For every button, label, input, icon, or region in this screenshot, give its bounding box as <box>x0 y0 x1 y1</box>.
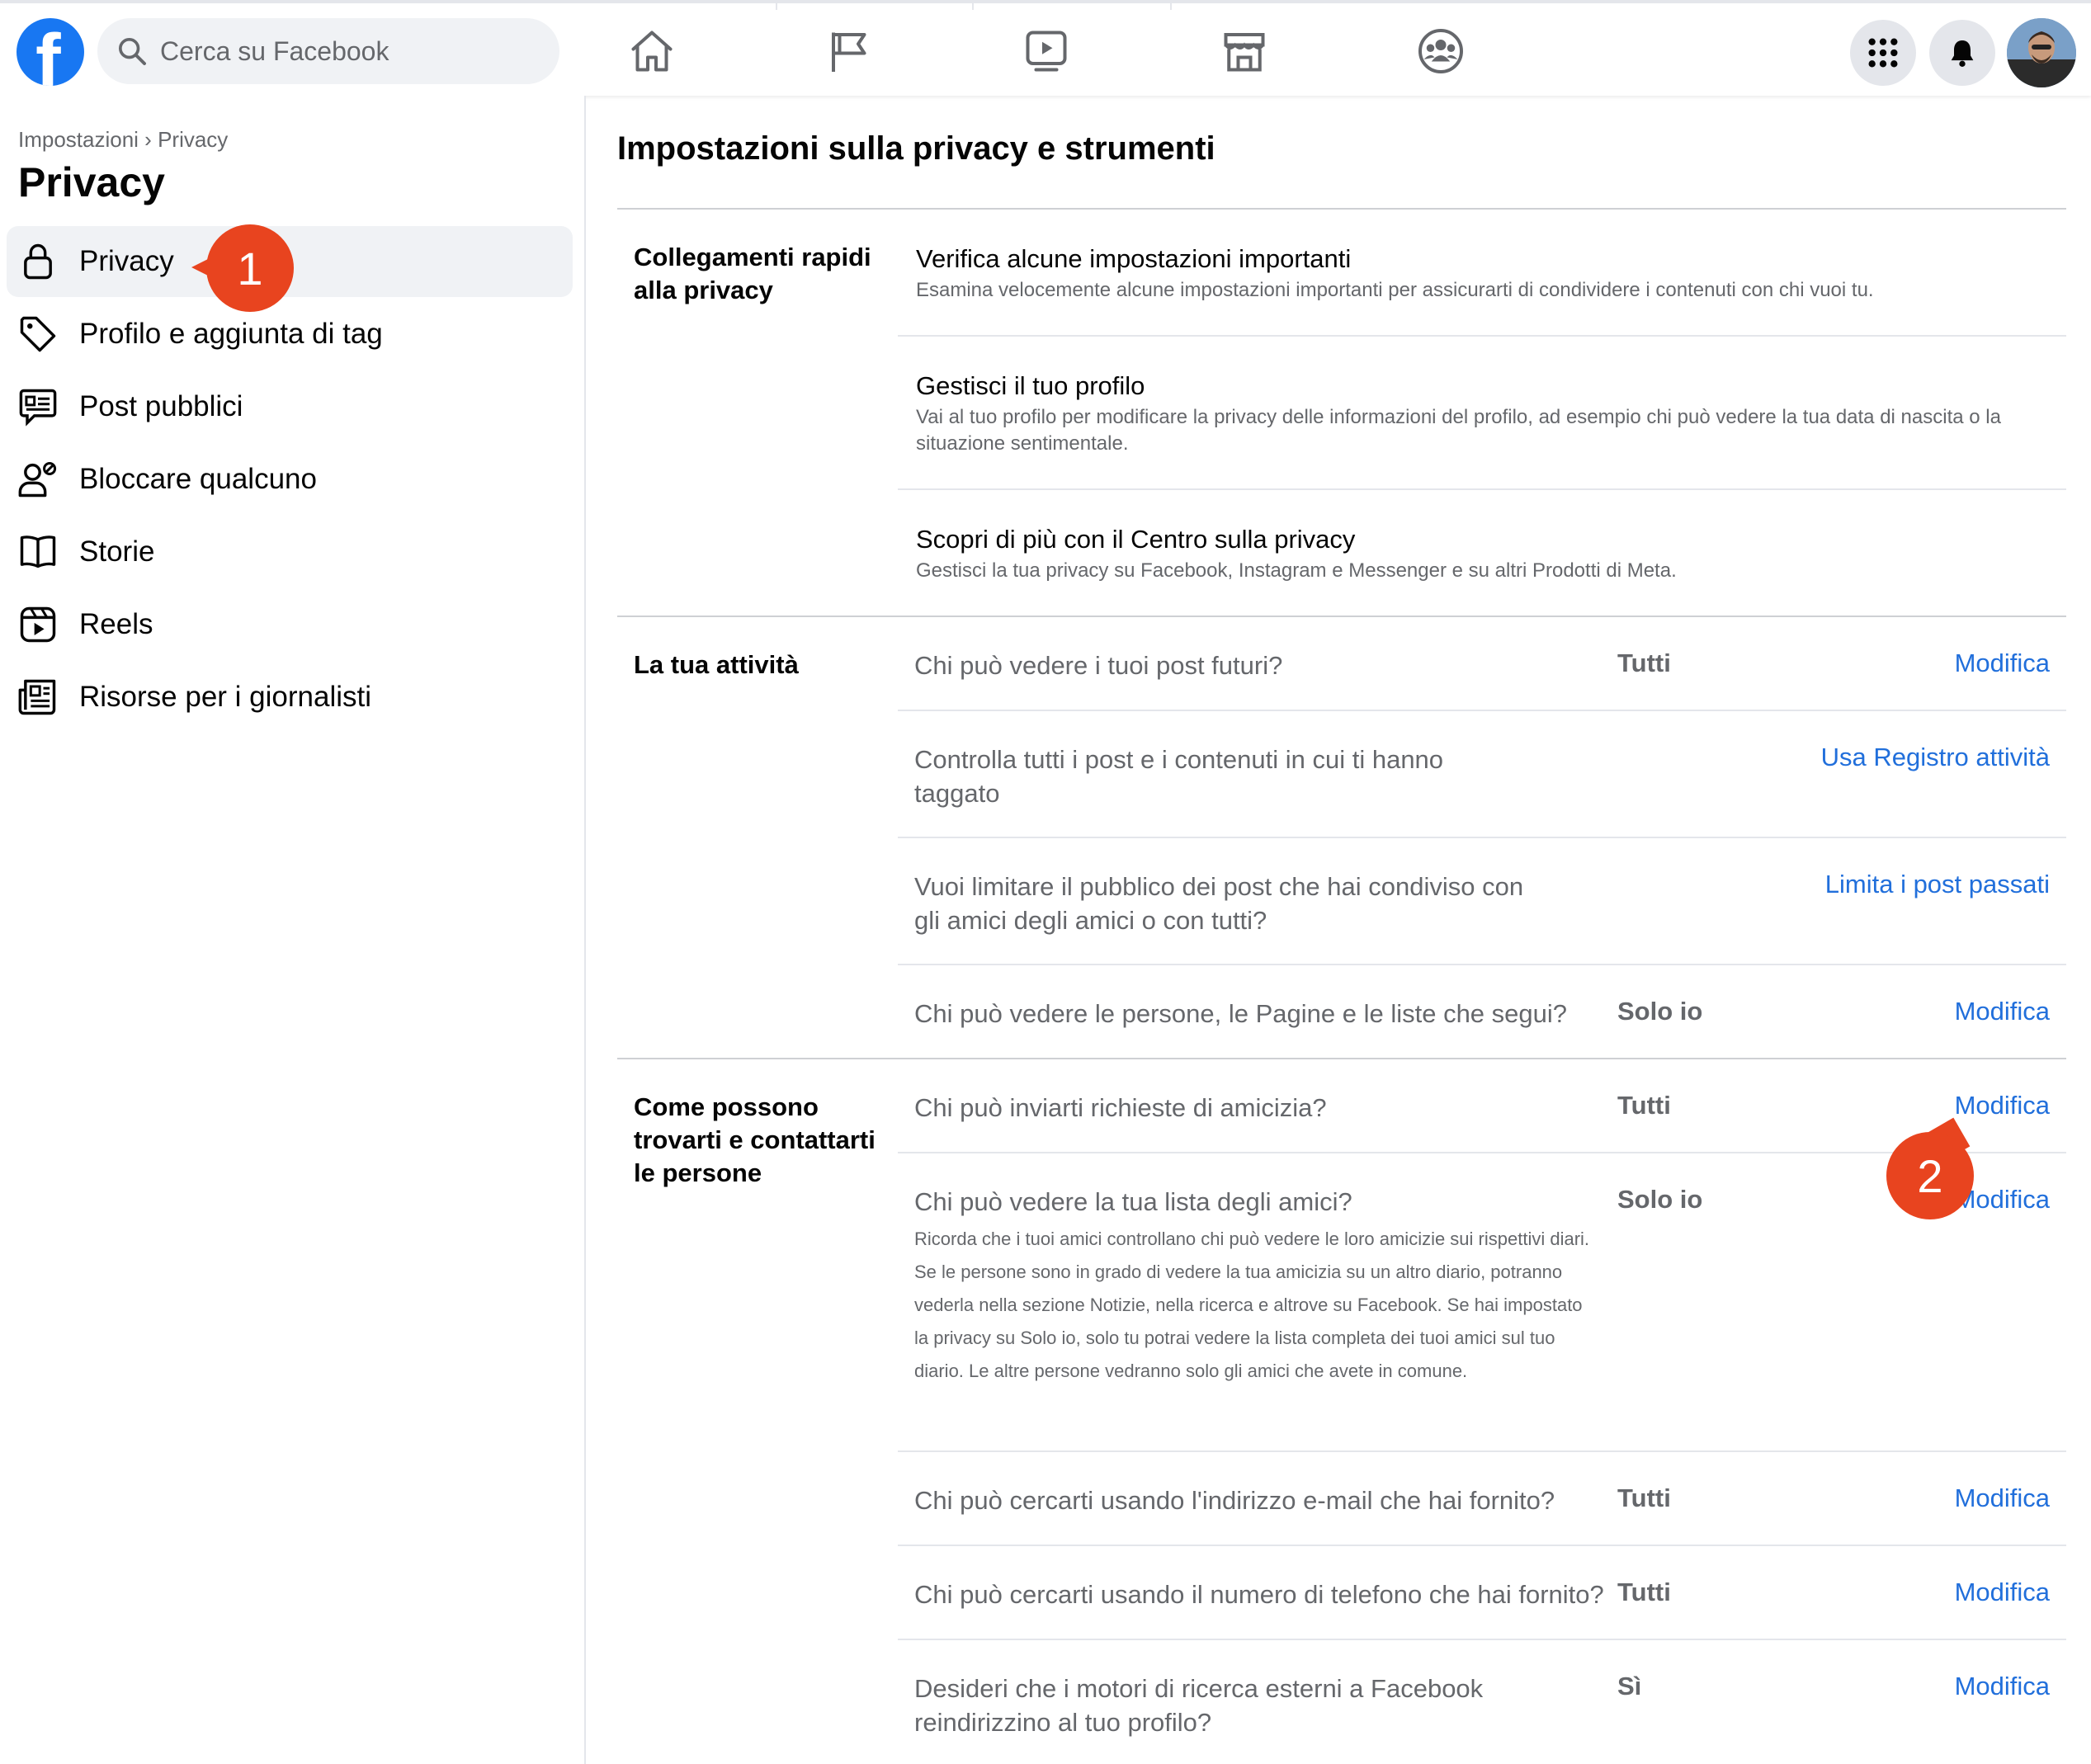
notifications-bell-icon <box>1951 40 1974 67</box>
sidebar-item-journalist-resources[interactable]: Risorse per i giornalisti <box>7 662 573 733</box>
sidebar-item-label: Bloccare qualcuno <box>79 463 317 495</box>
section-divider <box>617 616 2066 617</box>
block-user-icon <box>15 456 61 502</box>
section-label-contact: Come possono trovarti e contattarti le p… <box>634 1092 876 1187</box>
setting-value: Tutti <box>1617 1091 1671 1120</box>
setting-value: Tutti <box>1617 1578 1671 1606</box>
edit-link[interactable]: Modifica <box>1955 1578 2050 1607</box>
reels-icon <box>15 601 61 648</box>
avatar[interactable] <box>2007 18 2076 87</box>
edit-link[interactable]: Modifica <box>1955 1091 2050 1120</box>
marketplace-icon[interactable] <box>1215 21 1274 81</box>
section-divider <box>617 1058 2066 1059</box>
nav-separator <box>972 3 974 10</box>
facebook-logo[interactable]: f <box>17 18 84 86</box>
callout-marker-2: 2 <box>1886 1132 1974 1219</box>
row-divider <box>898 837 2066 838</box>
setting-question: Chi può vedere i tuoi post futuri? <box>914 651 1283 680</box>
sidebar-item-public-posts[interactable]: Post pubblici <box>7 371 573 442</box>
section-label-activity: La tua attività <box>634 650 799 679</box>
setting-note: Ricorda che i tuoi amici controllano chi… <box>914 1229 1590 1381</box>
sidebar-item-reels[interactable]: Reels <box>7 589 573 660</box>
groups-icon[interactable] <box>1411 21 1470 81</box>
activity-log-link[interactable]: Usa Registro attività <box>1821 743 2050 772</box>
nav-separator <box>776 3 777 10</box>
quick-link-description: Vai al tuo profilo per modificare la pri… <box>916 406 2001 455</box>
quick-link-title[interactable]: Verifica alcune impostazioni importanti <box>916 244 1351 274</box>
edit-link[interactable]: Modifica <box>1955 1483 2050 1513</box>
setting-question: Vuoi limitare il pubblico dei post che h… <box>914 872 1524 935</box>
edit-link[interactable]: Modifica <box>1955 649 2050 678</box>
sidebar-item-blocking[interactable]: Bloccare qualcuno <box>7 444 573 515</box>
row-divider <box>898 335 2066 337</box>
row-divider <box>898 1152 2066 1153</box>
section-label-quick-links: Collegamenti rapidi alla privacy <box>634 243 871 304</box>
setting-question: Controlla tutti i post e i contenuti in … <box>914 745 1444 808</box>
search-icon <box>119 38 146 65</box>
sidebar-item-label: Reels <box>79 608 153 640</box>
quick-link-description: Esamina velocemente alcune impostazioni … <box>916 279 1874 301</box>
setting-question: Chi può cercarti usando il numero di tel… <box>914 1580 1604 1609</box>
row-divider <box>898 488 2066 490</box>
sidebar-item-label: Profilo e aggiunta di tag <box>79 318 383 350</box>
book-icon <box>15 529 61 575</box>
setting-question: Chi può cercarti usando l'indirizzo e-ma… <box>914 1486 1555 1515</box>
public-post-icon <box>15 384 61 430</box>
limit-past-posts-link[interactable]: Limita i post passati <box>1825 870 2050 899</box>
setting-question: Desideri che i motori di ricerca esterni… <box>914 1674 1484 1737</box>
breadcrumb[interactable]: Impostazioni › Privacy <box>18 127 228 153</box>
tag-icon <box>15 311 61 357</box>
row-divider <box>898 1450 2066 1452</box>
settings-sidebar: Impostazioni › Privacy Privacy Privacy P… <box>0 96 586 1764</box>
setting-value: Tutti <box>1617 1483 1671 1512</box>
search-input[interactable] <box>160 35 540 67</box>
quick-link-title[interactable]: Gestisci il tuo profilo <box>916 371 1145 401</box>
home-icon[interactable] <box>622 21 682 81</box>
newspaper-icon <box>15 674 61 720</box>
facebook-logo-letter: f <box>35 19 61 86</box>
sidebar-item-profile-tagging[interactable]: Profilo e aggiunta di tag <box>7 299 573 370</box>
setting-value: Solo io <box>1617 1185 1703 1214</box>
quick-link-description: Gestisci la tua privacy su Facebook, Ins… <box>916 559 1677 582</box>
flag-icon[interactable] <box>820 21 880 81</box>
edit-link[interactable]: Modifica <box>1955 1672 2050 1701</box>
setting-question: Chi può vedere la tua lista degli amici? <box>914 1187 1352 1216</box>
top-navigation-bar: f <box>0 0 2091 96</box>
profile-photo <box>2007 18 2076 87</box>
page-title: Impostazioni sulla privacy e strumenti <box>617 130 1215 167</box>
setting-question: Chi può inviarti richieste di amicizia? <box>914 1093 1327 1122</box>
search-box[interactable] <box>97 18 559 84</box>
setting-value: Tutti <box>1617 649 1671 677</box>
row-divider <box>898 1545 2066 1546</box>
menu-grid-icon <box>1868 38 1898 68</box>
sidebar-item-label: Storie <box>79 535 155 568</box>
notifications-button[interactable] <box>1929 20 1995 86</box>
nav-separator <box>1170 3 1172 10</box>
sidebar-item-label: Privacy <box>79 245 174 277</box>
setting-value: Sì <box>1617 1672 1642 1700</box>
quick-link-title[interactable]: Scopri di più con il Centro sulla privac… <box>916 525 1355 554</box>
row-divider <box>898 1639 2066 1640</box>
lock-icon <box>15 238 61 285</box>
edit-link[interactable]: Modifica <box>1955 997 2050 1026</box>
sidebar-item-label: Post pubblici <box>79 390 243 422</box>
sidebar-item-stories[interactable]: Storie <box>7 516 573 587</box>
callout-marker-1: 1 <box>206 224 294 312</box>
setting-question: Chi può vedere le persone, le Pagine e l… <box>914 999 1568 1028</box>
menu-grid-button[interactable] <box>1850 20 1916 86</box>
sidebar-title: Privacy <box>18 159 165 205</box>
row-divider <box>898 710 2066 711</box>
sidebar-item-label: Risorse per i giornalisti <box>79 681 372 713</box>
row-divider <box>898 964 2066 965</box>
section-divider <box>617 208 2066 210</box>
video-icon[interactable] <box>1017 21 1076 81</box>
setting-value: Solo io <box>1617 997 1703 1026</box>
